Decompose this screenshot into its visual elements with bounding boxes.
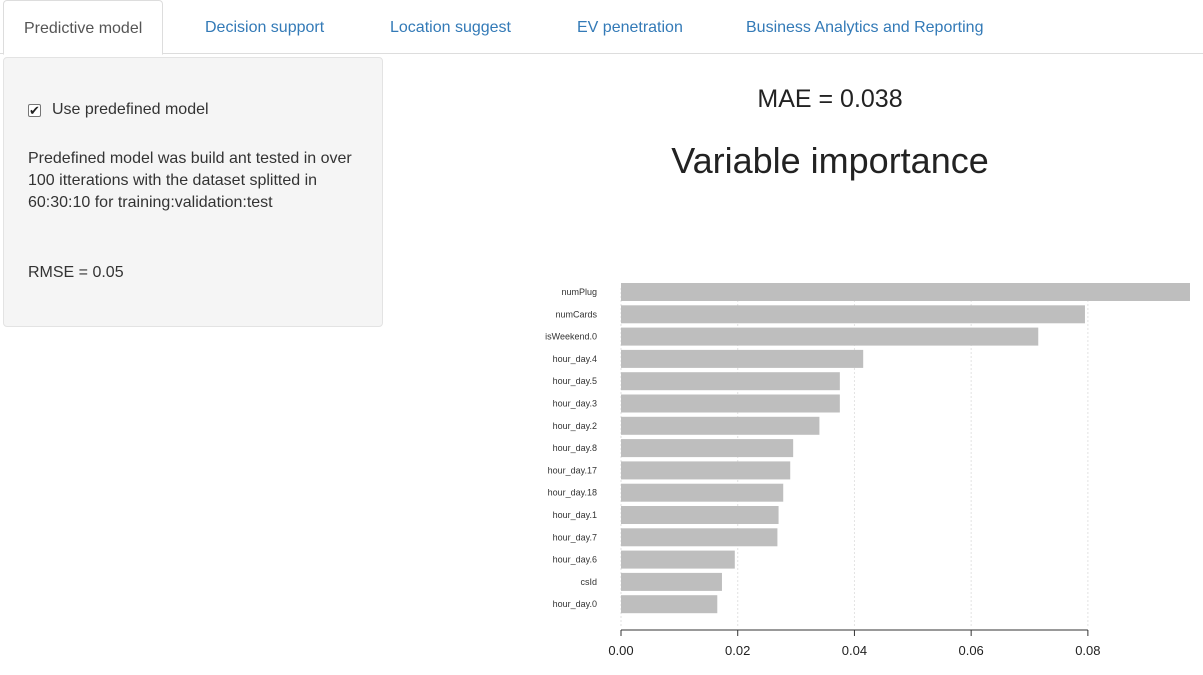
checkbox-label: Use predefined model	[52, 101, 209, 118]
tab-predictive-model[interactable]: Predictive model	[3, 0, 164, 55]
tab-location-suggest[interactable]: Location suggest	[390, 0, 511, 54]
predefined-model-option[interactable]: ✔ Use predefined model	[28, 100, 209, 120]
category-label: csId	[580, 577, 597, 587]
category-label: hour_day.8	[553, 443, 597, 453]
tab-business-analytics[interactable]: Business Analytics and Reporting	[746, 0, 983, 54]
bar	[621, 461, 791, 480]
category-label: hour_day.0	[553, 599, 597, 609]
tab-decision-support[interactable]: Decision support	[205, 0, 324, 54]
mae-value: MAE = 0.038	[757, 85, 903, 113]
x-tick-label: 0.06	[958, 643, 983, 658]
predefined-model-checkbox[interactable]: ✔	[28, 102, 41, 118]
bar	[621, 394, 840, 413]
x-tick-label: 0.02	[725, 643, 750, 658]
bar	[621, 550, 735, 569]
bar	[621, 305, 1085, 324]
bar	[621, 439, 794, 458]
category-label: hour_day.5	[553, 376, 597, 386]
category-label: hour_day.6	[553, 555, 597, 565]
x-tick-label: 0.08	[1075, 643, 1100, 658]
bar	[621, 572, 722, 591]
category-label: hour_day.17	[548, 465, 597, 475]
x-tick-label: 0.04	[842, 643, 867, 658]
model-description: Predefined model was build ant tested in…	[28, 150, 352, 211]
chart-title: Variable importance	[671, 140, 989, 181]
bar	[621, 506, 779, 524]
x-tick-label: 0.00	[608, 643, 633, 658]
bar	[621, 283, 1190, 301]
bar	[621, 483, 784, 502]
rmse-value: RMSE = 0.05	[28, 264, 124, 281]
category-label: numCards	[555, 309, 597, 319]
category-label: hour_day.4	[553, 354, 597, 364]
category-label: hour_day.2	[553, 421, 597, 431]
tab-bar: Predictive model Decision support Locati…	[0, 0, 1203, 55]
variable-importance-chart: numPlug numCards isWeekend.0 hour_day.4hour…	[545, 283, 1190, 658]
category-label: hour_day.1	[553, 510, 597, 520]
checkmark-icon: ✔	[29, 102, 40, 118]
bar	[621, 372, 840, 391]
category-label: hour_day.18	[548, 488, 597, 498]
bar	[621, 595, 718, 614]
category-label: hour_day.7	[553, 532, 597, 542]
category-label: hour_day.3	[553, 399, 597, 409]
bar	[621, 327, 1039, 346]
tab-ev-penetration[interactable]: EV penetration	[577, 0, 683, 54]
category-label: numPlug	[561, 287, 597, 297]
bar	[621, 528, 778, 547]
sidebar-panel: ✔ Use predefined model Predefined model …	[3, 57, 383, 327]
category-label: isWeekend.0	[545, 332, 597, 342]
bar	[621, 416, 820, 435]
bar	[621, 349, 864, 368]
